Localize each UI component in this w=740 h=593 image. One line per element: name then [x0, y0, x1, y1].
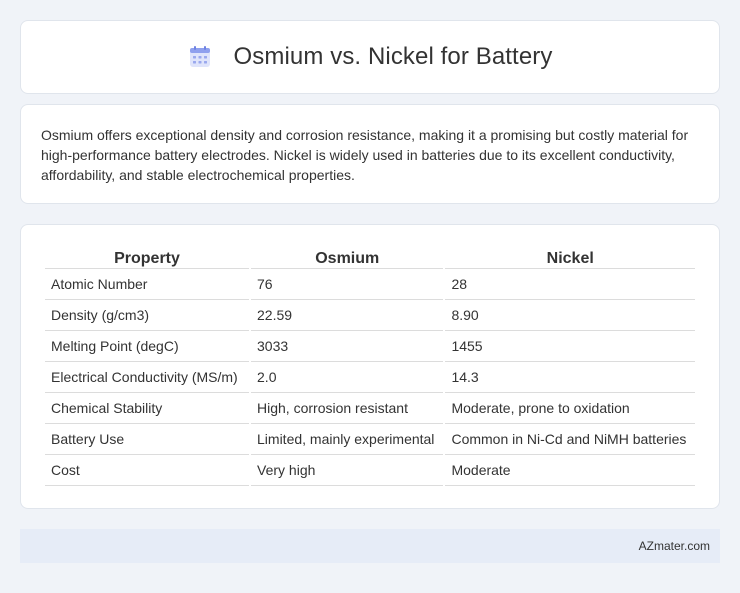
osmium-cell: 3033 — [251, 331, 444, 362]
calendar-icon — [189, 46, 210, 67]
comparison-table: Property Osmium Nickel Atomic Number 76 … — [43, 245, 697, 486]
property-cell: Melting Point (degC) — [45, 331, 250, 362]
table-row: Chemical Stability High, corrosion resis… — [45, 393, 695, 424]
table-row: Cost Very high Moderate — [45, 455, 695, 486]
header-card: Osmium vs. Nickel for Battery — [20, 20, 720, 94]
table-row: Melting Point (degC) 3033 1455 — [45, 331, 695, 362]
comparison-table-card: Property Osmium Nickel Atomic Number 76 … — [20, 224, 720, 509]
nickel-cell: Moderate — [445, 455, 695, 486]
header-property: Property — [45, 245, 250, 269]
osmium-cell: Limited, mainly experimental — [251, 424, 444, 455]
property-cell: Cost — [45, 455, 250, 486]
nickel-cell: Common in Ni-Cd and NiMH batteries — [445, 424, 695, 455]
table-row: Battery Use Limited, mainly experimental… — [45, 424, 695, 455]
osmium-cell: High, corrosion resistant — [251, 393, 444, 424]
intro-card: Osmium offers exceptional density and co… — [20, 104, 720, 204]
osmium-cell: 76 — [251, 269, 444, 300]
table-row: Atomic Number 76 28 — [45, 269, 695, 300]
table-row: Electrical Conductivity (MS/m) 2.0 14.3 — [45, 362, 695, 393]
table-header-row: Property Osmium Nickel — [45, 245, 695, 269]
property-cell: Density (g/cm3) — [45, 300, 250, 331]
osmium-cell: 22.59 — [251, 300, 444, 331]
property-cell: Chemical Stability — [45, 393, 250, 424]
intro-text: Osmium offers exceptional density and co… — [41, 127, 689, 183]
property-cell: Atomic Number — [45, 269, 250, 300]
nickel-cell: 14.3 — [445, 362, 695, 393]
nickel-cell: 8.90 — [445, 300, 695, 331]
osmium-cell: Very high — [251, 455, 444, 486]
property-cell: Electrical Conductivity (MS/m) — [45, 362, 250, 393]
footer-site-link[interactable]: AZmater.com — [639, 539, 710, 553]
property-cell: Battery Use — [45, 424, 250, 455]
nickel-cell: 1455 — [445, 331, 695, 362]
header-nickel: Nickel — [445, 245, 695, 269]
nickel-cell: 28 — [445, 269, 695, 300]
osmium-cell: 2.0 — [251, 362, 444, 393]
page-title: Osmium vs. Nickel for Battery — [233, 43, 553, 70]
footer-bar: AZmater.com — [20, 529, 720, 563]
title-wrap: Osmium vs. Nickel for Battery — [188, 43, 553, 71]
header-osmium: Osmium — [251, 245, 444, 269]
nickel-cell: Moderate, prone to oxidation — [445, 393, 695, 424]
table-row: Density (g/cm3) 22.59 8.90 — [45, 300, 695, 331]
